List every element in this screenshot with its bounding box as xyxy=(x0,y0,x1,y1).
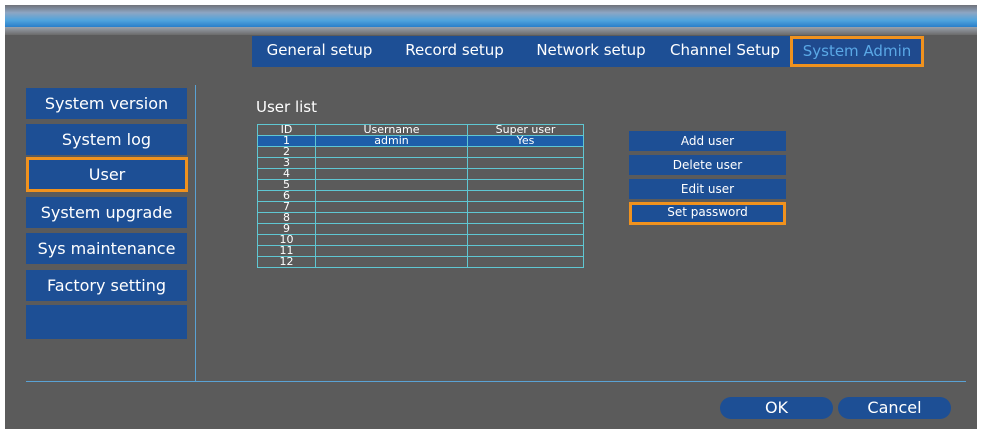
footer-divider xyxy=(26,381,966,382)
table-row[interactable]: 3 xyxy=(257,157,584,169)
main-tab-bar: General setup Record setup Network setup… xyxy=(252,36,924,67)
cell-username xyxy=(315,179,468,191)
cell-id: 6 xyxy=(257,190,316,202)
cell-super-user xyxy=(467,245,584,257)
table-row[interactable]: 7 xyxy=(257,201,584,213)
table-row[interactable]: 2 xyxy=(257,146,584,158)
sidebar-item-system-version[interactable]: System version xyxy=(26,88,187,119)
cell-username xyxy=(315,256,468,268)
cell-id: 1 xyxy=(257,135,316,147)
sidebar-item-system-upgrade[interactable]: System upgrade xyxy=(26,197,187,228)
tab-record-setup[interactable]: Record setup xyxy=(387,36,522,67)
table-row[interactable]: 1 admin Yes xyxy=(257,135,584,147)
column-header-id: ID xyxy=(257,124,316,136)
cell-super-user xyxy=(467,234,584,246)
cell-username xyxy=(315,201,468,213)
user-list-title: User list xyxy=(256,98,317,116)
cell-id: 7 xyxy=(257,201,316,213)
sidebar-item-system-log[interactable]: System log xyxy=(26,124,187,155)
cell-username xyxy=(315,234,468,246)
cell-id: 10 xyxy=(257,234,316,246)
cell-id: 8 xyxy=(257,212,316,224)
sidebar-item-factory-setting[interactable]: Factory setting xyxy=(26,270,187,301)
user-list-table: ID Username Super user 1 admin Yes 2 3 4 5 6 7 8 9… xyxy=(257,124,584,268)
title-strip xyxy=(5,27,977,35)
cell-username xyxy=(315,168,468,180)
column-header-username: Username xyxy=(315,124,468,136)
table-row[interactable]: 10 xyxy=(257,234,584,246)
cell-super-user xyxy=(467,157,584,169)
table-row[interactable]: 6 xyxy=(257,190,584,202)
cell-super-user xyxy=(467,201,584,213)
cell-super-user xyxy=(467,256,584,268)
column-header-super-user: Super user xyxy=(467,124,584,136)
table-row[interactable]: 12 xyxy=(257,256,584,268)
tab-general-setup[interactable]: General setup xyxy=(252,36,387,67)
cell-super-user xyxy=(467,212,584,224)
cell-username xyxy=(315,223,468,235)
cell-id: 12 xyxy=(257,256,316,268)
title-gradient-bar xyxy=(5,5,977,27)
tab-system-admin[interactable]: System Admin xyxy=(790,36,924,67)
table-row[interactable]: 9 xyxy=(257,223,584,235)
cell-id: 4 xyxy=(257,168,316,180)
delete-user-button[interactable]: Delete user xyxy=(629,155,786,175)
ok-button[interactable]: OK xyxy=(720,397,833,419)
sidebar-divider xyxy=(195,85,196,381)
sidebar-item-empty[interactable] xyxy=(26,305,187,339)
table-row[interactable]: 11 xyxy=(257,245,584,257)
cell-id: 2 xyxy=(257,146,316,158)
cell-username: admin xyxy=(315,135,468,147)
cell-username xyxy=(315,146,468,158)
add-user-button[interactable]: Add user xyxy=(629,131,786,151)
cell-super-user xyxy=(467,146,584,158)
edit-user-button[interactable]: Edit user xyxy=(629,179,786,199)
cell-username xyxy=(315,157,468,169)
cell-username xyxy=(315,190,468,202)
cell-super-user xyxy=(467,179,584,191)
cell-username xyxy=(315,212,468,224)
set-password-button[interactable]: Set password xyxy=(629,202,786,225)
table-header-row: ID Username Super user xyxy=(257,124,584,136)
cell-super-user xyxy=(467,190,584,202)
cell-id: 11 xyxy=(257,245,316,257)
sidebar-item-user[interactable]: User xyxy=(26,157,188,192)
cell-super-user xyxy=(467,223,584,235)
cell-super-user: Yes xyxy=(467,135,584,147)
table-row[interactable]: 4 xyxy=(257,168,584,180)
cell-super-user xyxy=(467,168,584,180)
sidebar-item-sys-maintenance[interactable]: Sys maintenance xyxy=(26,233,187,264)
table-row[interactable]: 8 xyxy=(257,212,584,224)
cell-id: 9 xyxy=(257,223,316,235)
cell-id: 3 xyxy=(257,157,316,169)
table-row[interactable]: 5 xyxy=(257,179,584,191)
cell-username xyxy=(315,245,468,257)
tab-network-setup[interactable]: Network setup xyxy=(522,36,660,67)
cell-id: 5 xyxy=(257,179,316,191)
cancel-button[interactable]: Cancel xyxy=(838,397,951,419)
tab-channel-setup[interactable]: Channel Setup xyxy=(660,36,790,67)
dvr-admin-screen: General setup Record setup Network setup… xyxy=(5,5,977,429)
